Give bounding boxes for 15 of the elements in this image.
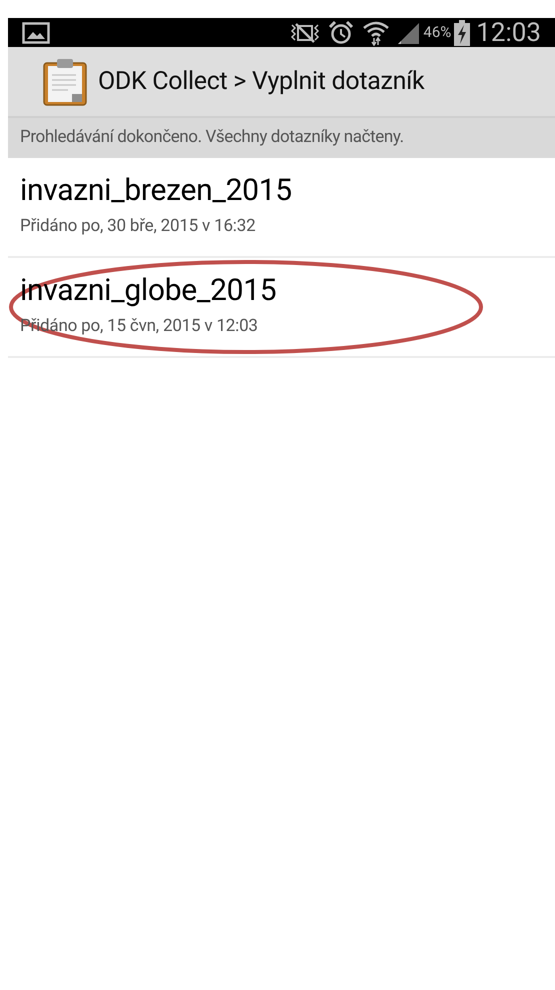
wifi-icon [362,20,390,46]
alarm-icon [328,20,354,46]
app-title: ODK Collect > Vyplnit dotazník [98,66,424,98]
image-icon [22,22,50,44]
clipboard-icon[interactable] [42,58,88,106]
battery-charging-icon [454,20,470,46]
status-message: Prohledávání dokončeno. Všechny dotazníky načteny. [8,118,555,158]
battery-percent: 46% [423,22,452,44]
clock: 12:03 [476,20,541,46]
form-item[interactable]: invazni_brezen_2015 Přidáno po, 30 bře, 2015 v 16:32 [8,158,555,258]
form-name: invazni_globe_2015 [20,272,276,310]
form-name: invazni_brezen_2015 [20,172,292,210]
form-date: Přidáno po, 30 bře, 2015 v 16:32 [20,215,256,238]
vibrate-off-icon [290,22,320,44]
signal-icon [396,20,420,44]
